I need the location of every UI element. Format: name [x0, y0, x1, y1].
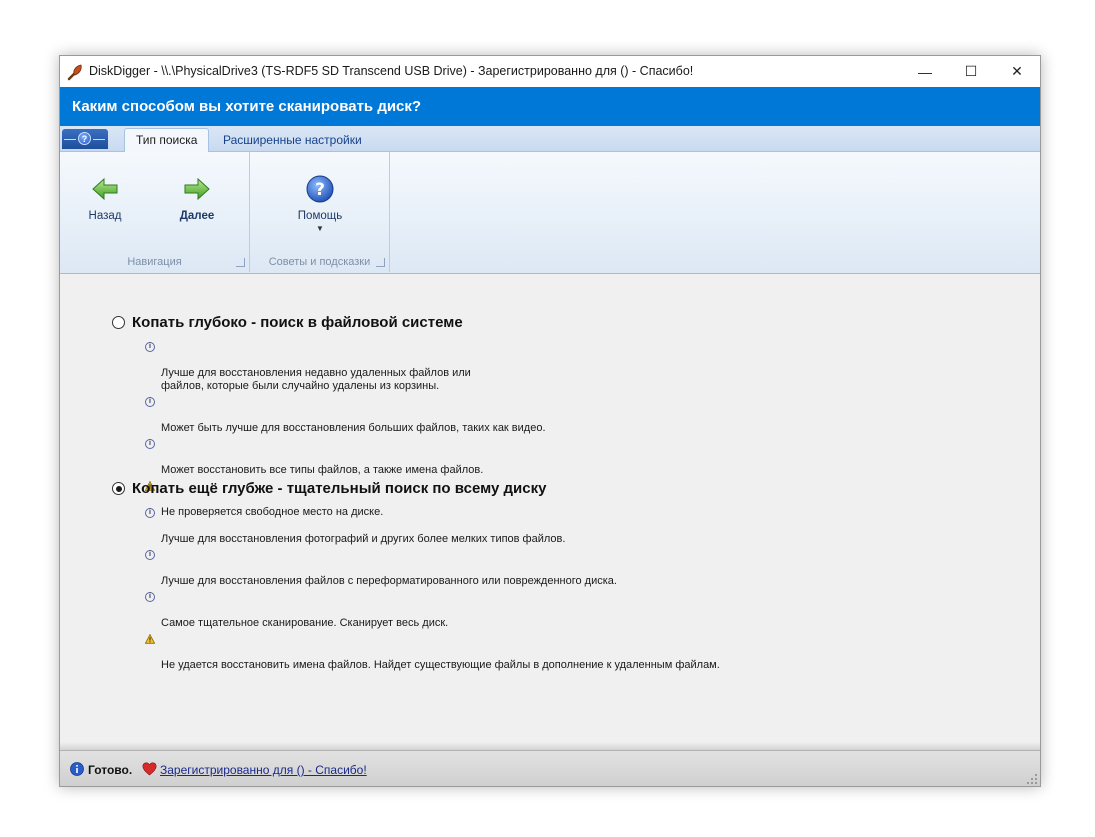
list-item: i Может восстановить все типы файлов, а … — [145, 438, 785, 477]
option-deep-title[interactable]: Копать глубоко - поиск в файловой систем… — [132, 314, 463, 331]
list-item: i Может быть лучше для восстановления бо… — [145, 396, 785, 435]
minimize-icon: — — [918, 63, 932, 80]
info-icon: i — [145, 592, 155, 602]
bullet-text: Самое тщательное сканирование. Сканирует… — [161, 617, 449, 629]
back-label: Назад — [88, 210, 122, 222]
page-title: Каким способом вы хотите сканировать дис… — [60, 87, 1040, 126]
ribbon-group-tips: ? Помощь ▼ Советы и подсказки — [250, 152, 390, 272]
option-deeper-bullets: i Лучше для восстановления фотографий и … — [145, 507, 785, 675]
help-orb-icon: ? — [78, 132, 91, 145]
bullet-text: Может восстановить все типы файлов, а та… — [161, 464, 484, 476]
menu-line-left — [64, 139, 76, 140]
warning-icon — [145, 634, 155, 644]
ribbon-tab-bar: ? Тип поиска Расширенные настройки — [60, 126, 1040, 152]
registration-link[interactable]: Зарегистрированно для () - Спасибо! — [160, 763, 367, 777]
tab-advanced-settings[interactable]: Расширенные настройки — [212, 129, 373, 151]
ribbon-group-navigation: Назад Далее Навигация — [60, 152, 250, 272]
list-item: i Самое тщательное сканирование. Сканиру… — [145, 591, 785, 630]
scan-options-panel: Копать глубоко - поиск в файловой систем… — [60, 274, 1040, 750]
resize-grip-icon[interactable] — [1026, 773, 1038, 785]
ribbon: Назад Далее Навигация ? Помощь ▼ Советы … — [60, 152, 1040, 274]
group-label-tips: Советы и подсказки — [268, 256, 371, 268]
back-button[interactable]: Назад — [75, 174, 135, 222]
shovel-icon — [67, 64, 82, 81]
app-window: DiskDigger - \\.\PhysicalDrive3 (TS-RDF5… — [59, 55, 1041, 787]
tab-search-type[interactable]: Тип поиска — [124, 128, 210, 152]
close-button[interactable]: ✕ — [994, 56, 1040, 87]
help-label: Помощь — [297, 210, 343, 222]
help-icon: ? — [306, 175, 334, 203]
chevron-down-icon: ▼ — [316, 224, 324, 233]
bullet-text: Может быть лучше для восстановления боль… — [161, 422, 546, 434]
svg-text:?: ? — [315, 180, 325, 200]
next-button[interactable]: Далее — [167, 174, 227, 222]
bullet-text: Лучше для восстановления фотографий и др… — [161, 533, 566, 545]
maximize-icon: ☐ — [964, 63, 978, 79]
arrow-left-icon — [92, 177, 118, 201]
bullet-text: Лучше для восстановления недавно удаленн… — [161, 367, 471, 392]
info-icon: i — [145, 439, 155, 449]
group-label-navigation: Навигация — [127, 256, 182, 268]
info-icon: i — [145, 397, 155, 407]
bullet-text: Лучше для восстановления файлов с перефо… — [161, 575, 617, 587]
next-label: Далее — [179, 210, 215, 222]
info-icon: i — [145, 508, 155, 518]
menu-line-right — [93, 139, 105, 140]
list-item: Не удается восстановить имена файлов. На… — [145, 633, 785, 672]
info-icon: i — [145, 550, 155, 560]
window-title: DiskDigger - \\.\PhysicalDrive3 (TS-RDF5… — [89, 64, 694, 78]
maximize-button[interactable]: ☐ — [948, 56, 994, 87]
list-item: i Лучше для восстановления недавно удале… — [145, 341, 785, 393]
radio-deeper-scan[interactable] — [112, 482, 125, 495]
status-bar: Готово. Зарегистрированно для () - Спаси… — [60, 742, 1040, 786]
list-item: i Лучше для восстановления фотографий и … — [145, 507, 785, 546]
heart-icon — [142, 762, 157, 776]
arrow-right-icon — [184, 177, 210, 201]
title-bar: DiskDigger - \\.\PhysicalDrive3 (TS-RDF5… — [60, 56, 1040, 87]
info-icon — [70, 762, 84, 776]
bullet-text: Не удается восстановить имена файлов. На… — [161, 659, 720, 671]
close-icon: ✕ — [1011, 63, 1023, 79]
app-menu-button[interactable]: ? — [62, 129, 108, 149]
radio-deep-scan[interactable] — [112, 316, 125, 329]
option-deeper-title[interactable]: Копать ещё глубже - тщательный поиск по … — [132, 480, 546, 497]
minimize-button[interactable]: — — [902, 56, 948, 87]
list-item: i Лучше для восстановления файлов с пере… — [145, 549, 785, 588]
dialog-launcher-icon[interactable] — [236, 258, 245, 267]
info-icon: i — [145, 342, 155, 352]
dialog-launcher-icon[interactable] — [376, 258, 385, 267]
status-text: Готово. — [88, 763, 133, 777]
help-button[interactable]: ? Помощь ▼ — [290, 174, 350, 233]
